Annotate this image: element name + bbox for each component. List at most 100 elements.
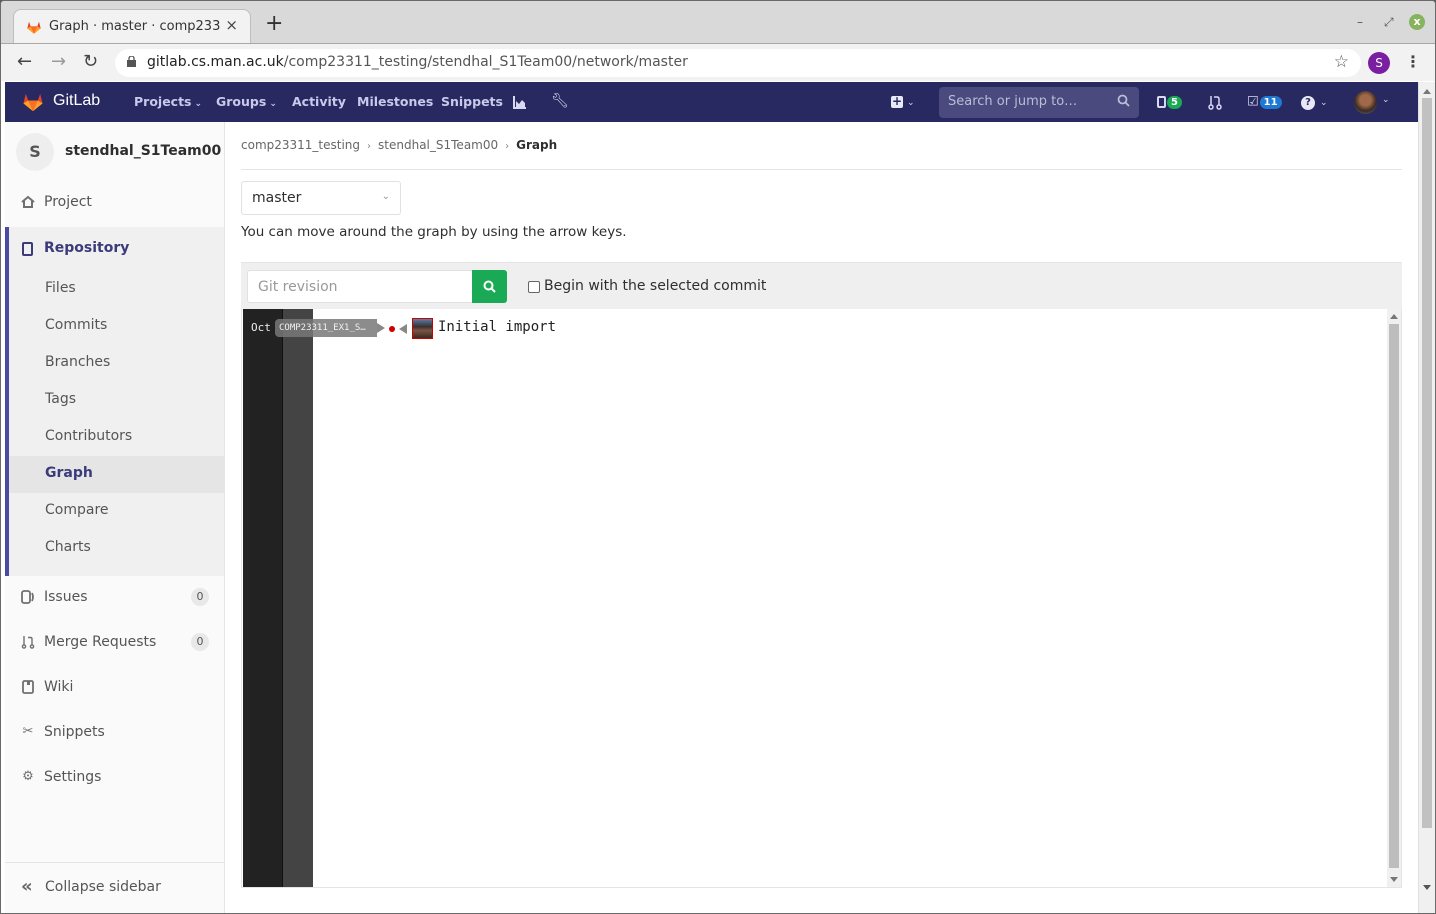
scrollbar-thumb[interactable]: [1389, 324, 1399, 868]
help-icon[interactable]: ? ⌄: [1301, 93, 1328, 110]
commit-node[interactable]: [389, 326, 395, 332]
tab-strip: Graph · master · comp23311_t × + – ⤢ x: [1, 1, 1435, 43]
url-host: gitlab.cs.man.ac.uk: [147, 54, 284, 70]
project-name[interactable]: stendhal_S1Team00: [65, 143, 221, 159]
chevron-down-icon: ⌄: [194, 99, 203, 109]
sidebar-item-settings[interactable]: ⚙︎ Settings: [5, 758, 224, 798]
ref-switcher-dropdown[interactable]: master ⌄: [241, 181, 401, 215]
scroll-down-icon[interactable]: [1390, 877, 1398, 882]
sidebar-subitem-label: Charts: [45, 539, 91, 555]
graph-scrollbar[interactable]: [1387, 309, 1401, 887]
sidebar-item-snippets[interactable]: ✂︎ Snippets: [5, 713, 224, 753]
sidebar-repository-group: Repository Files Commits Branches Tags C…: [5, 227, 224, 576]
commit-author-avatar[interactable]: [412, 318, 433, 339]
gitlab-logo-icon[interactable]: [21, 90, 45, 113]
issues-icon: [21, 590, 34, 604]
wrench-icon[interactable]: 🔧︎: [551, 93, 569, 109]
url-path: /comp23311_testing/stendhal_S1Team00/net…: [283, 54, 688, 70]
nav-projects[interactable]: Projects ⌄: [134, 94, 202, 109]
sidebar-item-wiki[interactable]: Wiki: [5, 668, 224, 708]
user-avatar[interactable]: [1354, 91, 1377, 114]
begin-with-selected-checkbox[interactable]: [528, 281, 540, 293]
todo-check-icon: ☑: [1247, 94, 1259, 110]
browser-tab[interactable]: Graph · master · comp23311_t ×: [13, 9, 251, 43]
sidebar-subitem-contributors[interactable]: Contributors: [9, 419, 224, 456]
sidebar-subitem-tags[interactable]: Tags: [9, 382, 224, 419]
begin-with-selected-label[interactable]: Begin with the selected commit: [544, 278, 766, 294]
project-avatar[interactable]: S: [16, 133, 54, 171]
sidebar-subitem-compare[interactable]: Compare: [9, 493, 224, 530]
sidebar-subitem-commits[interactable]: Commits: [9, 308, 224, 345]
scrollbar-thumb[interactable]: [1422, 98, 1432, 828]
merge-request-icon[interactable]: [1208, 94, 1222, 110]
gitlab-brand[interactable]: GitLab: [53, 92, 100, 110]
todos-link[interactable]: ☑ 11: [1247, 94, 1282, 110]
sidebar-subitem-label: Graph: [45, 465, 93, 481]
branch-ref-label[interactable]: COMP23311_EX1_S…: [275, 319, 377, 337]
tab-close-icon[interactable]: ×: [225, 16, 238, 34]
network-graph[interactable]: Oct COMP23311_EX1_S… Initial import: [241, 309, 1402, 888]
commit-message[interactable]: Initial import: [438, 319, 556, 335]
issues-count: 0: [191, 588, 209, 606]
browser-menu-icon[interactable]: ⋮: [1405, 52, 1421, 72]
issues-icon: [1157, 96, 1166, 108]
bookmark-star-icon[interactable]: ☆: [1334, 52, 1349, 72]
scroll-up-icon[interactable]: [1423, 89, 1431, 94]
minimize-button[interactable]: –: [1357, 15, 1363, 29]
sidebar-item-repository[interactable]: Repository: [9, 227, 224, 271]
window-close-button[interactable]: x: [1409, 14, 1425, 30]
nav-snippets[interactable]: Snippets: [441, 94, 503, 109]
address-bar[interactable]: gitlab.cs.man.ac.uk/comp23311_testing/st…: [115, 49, 1361, 77]
chart-icon[interactable]: [513, 95, 527, 109]
breadcrumb-group[interactable]: comp23311_testing: [241, 138, 360, 152]
breadcrumb-project[interactable]: stendhal_S1Team00: [378, 138, 498, 152]
reload-button[interactable]: ↻: [83, 52, 98, 72]
issues-link[interactable]: 5: [1157, 94, 1182, 110]
gitlab-favicon-icon: [27, 21, 41, 34]
search-input[interactable]: Search or jump to…: [939, 87, 1139, 118]
forward-button[interactable]: →: [51, 52, 66, 72]
new-item-plus-icon[interactable]: + ⌄: [891, 93, 915, 109]
restore-button[interactable]: ⤢: [1384, 15, 1394, 30]
collapse-sidebar-label: Collapse sidebar: [45, 879, 161, 895]
git-revision-input[interactable]: Git revision: [247, 270, 473, 303]
breadcrumb-current[interactable]: Graph: [516, 138, 557, 152]
new-tab-button[interactable]: +: [265, 13, 283, 35]
graph-month-column: [243, 309, 283, 887]
gear-icon: ⚙︎: [22, 769, 34, 784]
sidebar-item-label: Merge Requests: [44, 634, 157, 650]
sidebar-item-label: Issues: [44, 589, 88, 605]
sidebar-subitem-label: Tags: [45, 391, 76, 407]
scroll-down-icon[interactable]: [1423, 885, 1431, 890]
sidebar-item-project[interactable]: Project: [5, 183, 224, 223]
page-scrollbar[interactable]: [1418, 82, 1435, 913]
sidebar-item-merge-requests[interactable]: Merge Requests 0: [5, 623, 224, 663]
nav-groups[interactable]: Groups ⌄: [216, 94, 277, 109]
nav-projects-label: Projects: [134, 94, 192, 109]
chevron-down-icon[interactable]: ⌄: [1382, 95, 1390, 105]
graph-month-label: Oct: [251, 321, 271, 334]
profile-avatar[interactable]: S: [1368, 52, 1390, 74]
sidebar-subitem-files[interactable]: Files: [9, 271, 224, 308]
sidebar: S stendhal_S1Team00 Project Repository F…: [5, 122, 225, 913]
sidebar-subitem-charts[interactable]: Charts: [9, 530, 224, 567]
sidebar-subitem-graph[interactable]: Graph: [9, 456, 224, 493]
scroll-up-icon[interactable]: [1390, 314, 1398, 319]
sidebar-item-issues[interactable]: Issues 0: [5, 578, 224, 618]
nav-activity[interactable]: Activity: [292, 94, 346, 109]
sidebar-subitem-branches[interactable]: Branches: [9, 345, 224, 382]
lock-icon: [127, 56, 136, 67]
git-revision-placeholder: Git revision: [258, 279, 338, 295]
home-icon: [21, 195, 35, 208]
merge-requests-count: 0: [191, 633, 209, 651]
collapse-sidebar-button[interactable]: « Collapse sidebar: [5, 862, 224, 913]
nav-milestones[interactable]: Milestones: [357, 94, 433, 109]
book-icon: [22, 680, 34, 694]
scissors-icon: ✂︎: [22, 724, 34, 739]
nav-groups-label: Groups: [216, 94, 267, 109]
breadcrumb: comp23311_testing › stendhal_S1Team00 › Grap…: [241, 138, 557, 152]
revision-search-button[interactable]: [472, 270, 507, 303]
divider: [241, 169, 1402, 170]
back-button[interactable]: ←: [17, 52, 32, 72]
browser-window: Graph · master · comp23311_t × + – ⤢ x ←…: [0, 0, 1436, 914]
